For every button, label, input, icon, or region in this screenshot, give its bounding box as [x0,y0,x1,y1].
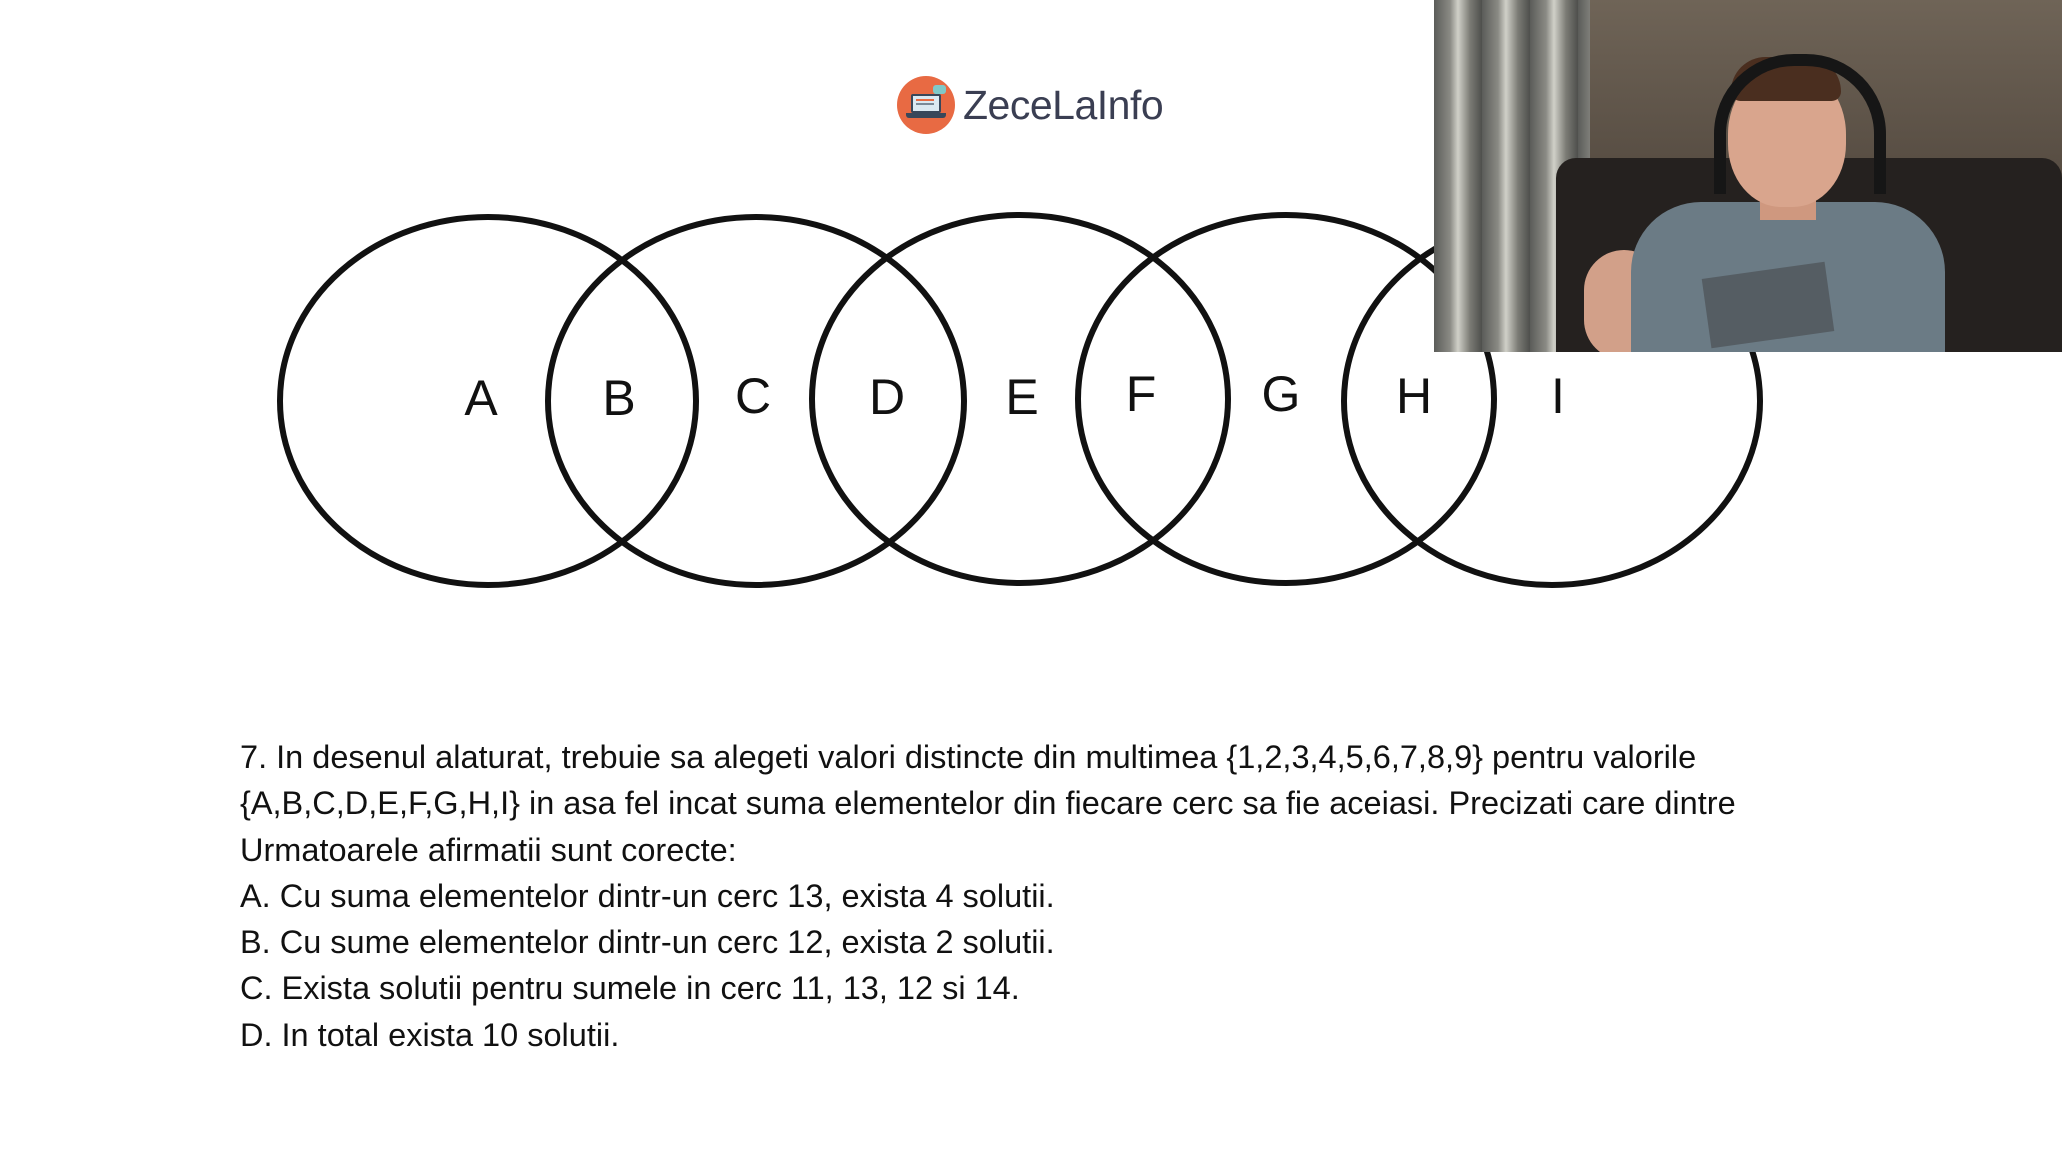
region-label-h: H [1396,368,1432,424]
answer-option-d: D. In total exista 10 solutii. [240,1016,620,1053]
question-line: Urmatoarele afirmatii sunt corecte: [240,831,737,868]
region-label-a: A [464,370,498,426]
region-label-f: F [1126,366,1157,422]
answer-option-b: B. Cu sume elementelor dintr-un cerc 12,… [240,924,1055,961]
region-label-g: G [1262,366,1301,422]
region-label-b: B [602,370,635,426]
region-label-i: I [1551,368,1565,424]
region-label-d: D [869,369,905,425]
answer-option-a: A. Cu suma elementelor dintr-un cerc 13,… [240,877,1055,914]
question-line: 7. In desenul alaturat, trebuie sa alege… [240,739,1697,775]
region-label-c: C [735,368,771,424]
answer-option-c: C. Exista solutii pentru sumele in cerc … [240,970,1020,1007]
question-line: {A,B,C,D,E,F,G,H,I} in asa fel incat sum… [240,785,1736,822]
region-label-e: E [1005,369,1038,425]
question-text: 7. In desenul alaturat, trebuie sa alege… [240,734,2020,1058]
presenter-webcam [1434,0,2062,352]
headset-icon [1714,54,1886,194]
